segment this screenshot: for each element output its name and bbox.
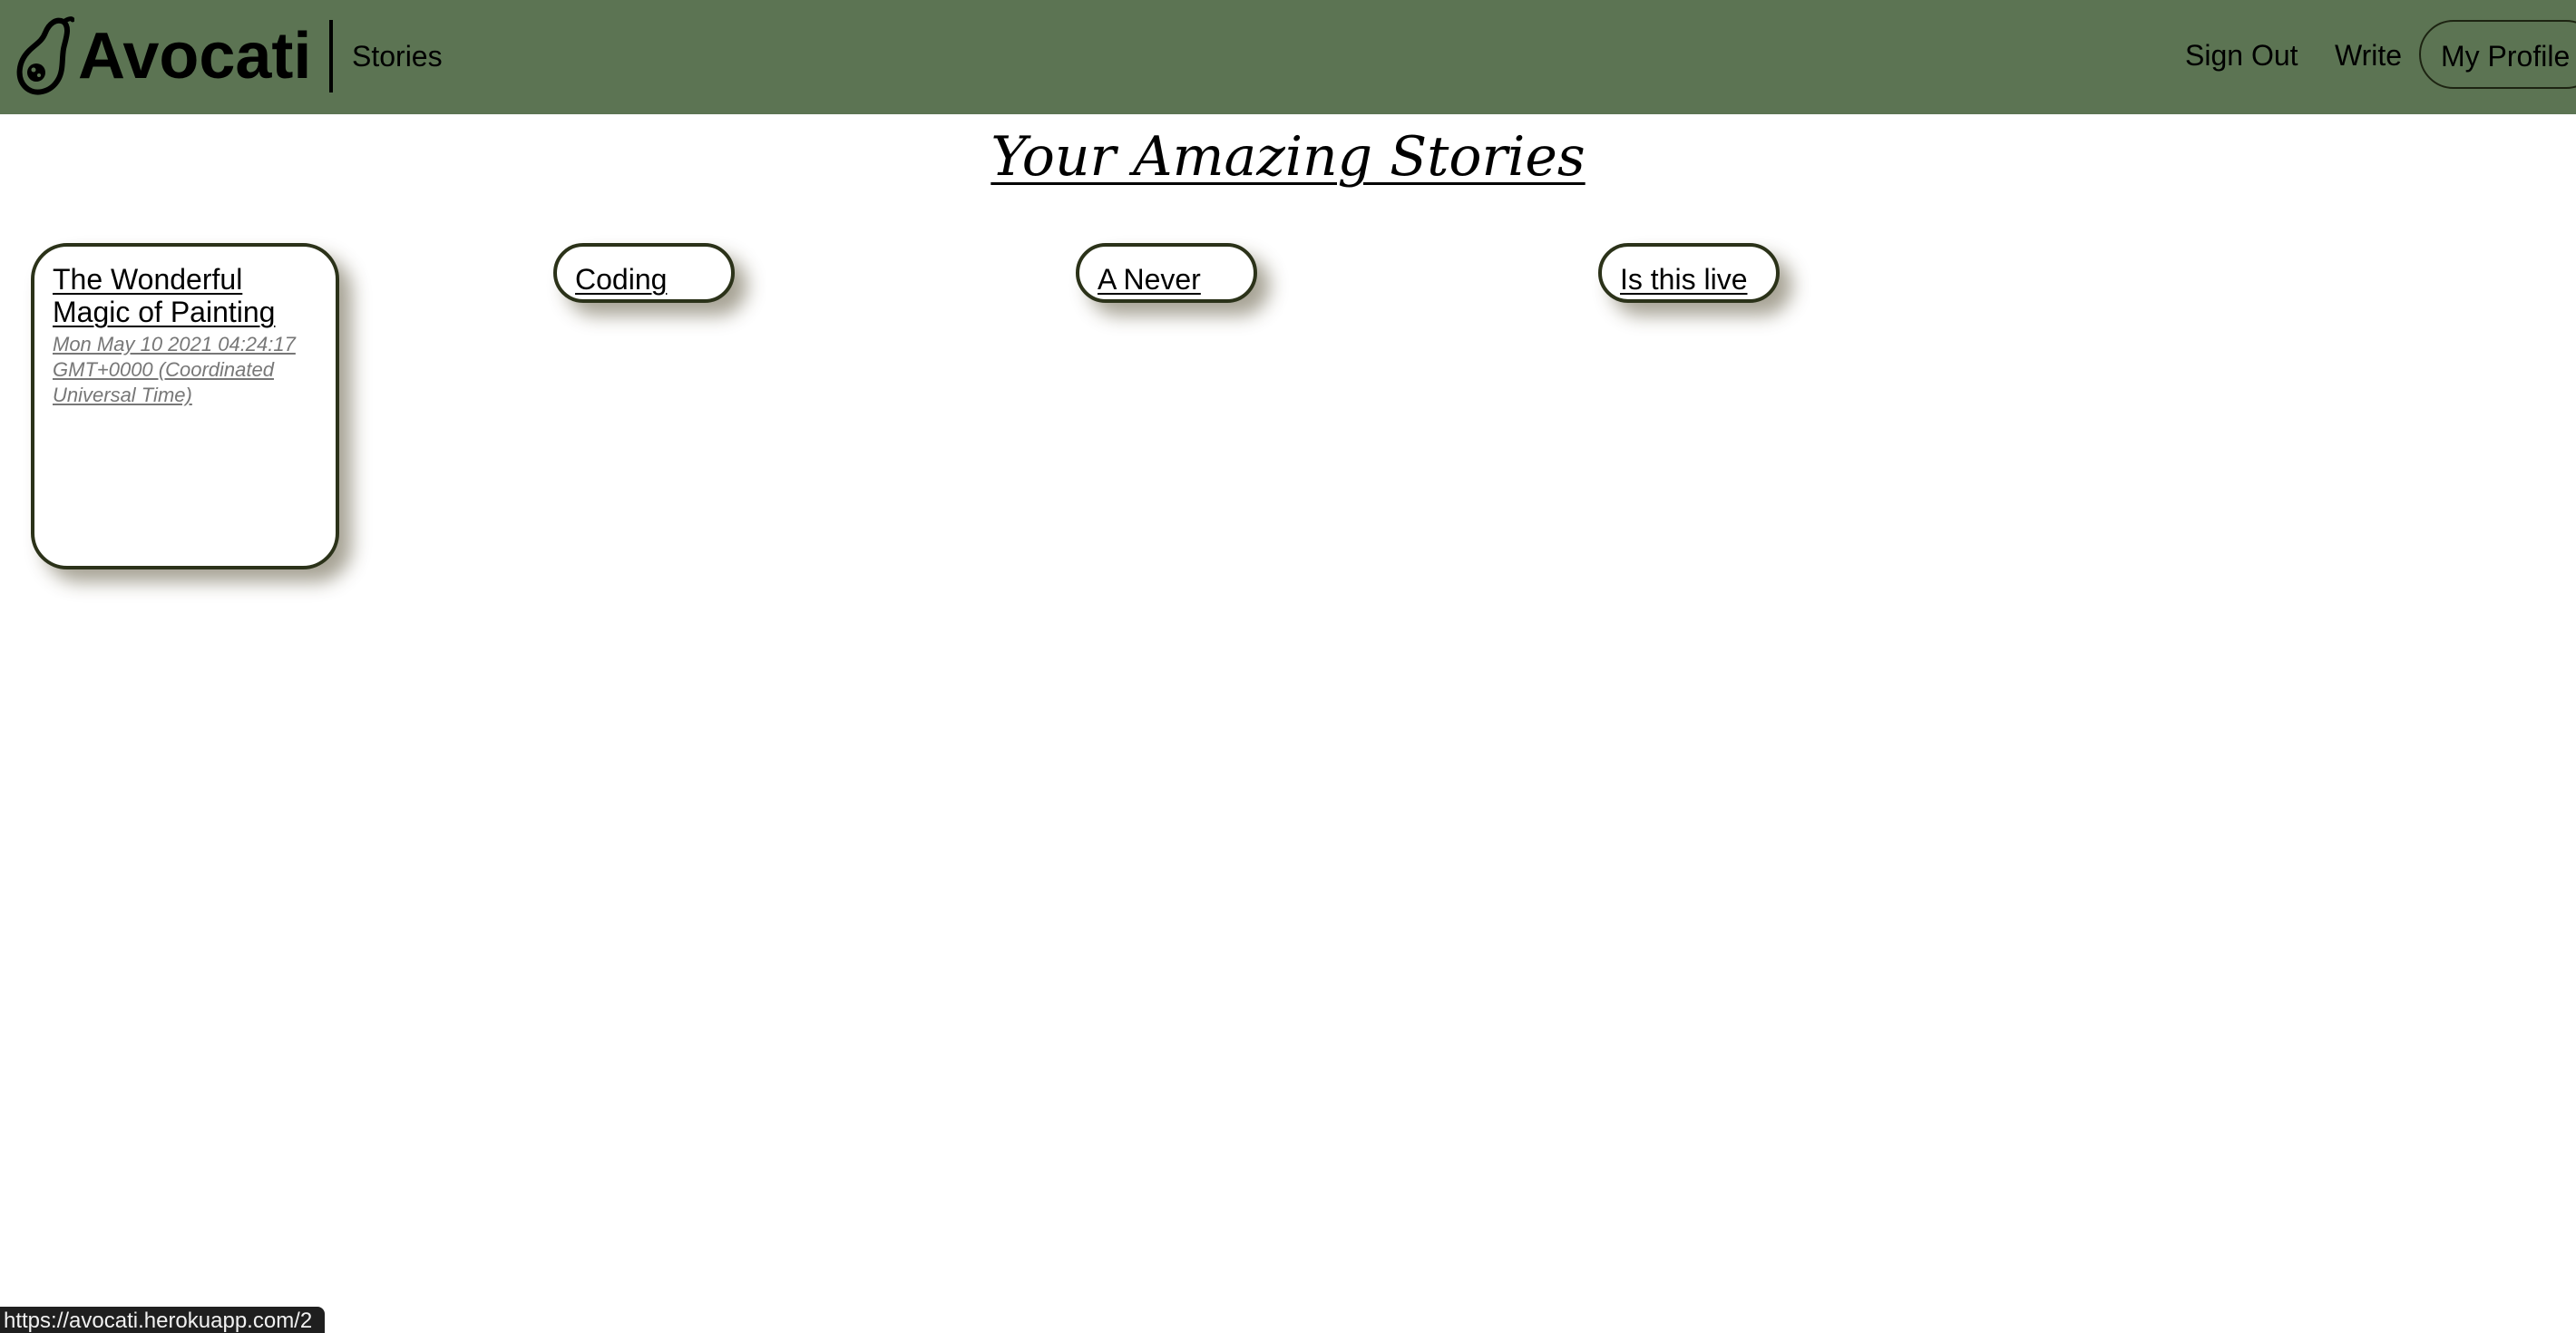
status-bar-url: https://avocati.herokuapp.com/2 <box>0 1307 326 1333</box>
sign-out-link[interactable]: Sign Out <box>2185 41 2298 70</box>
write-link[interactable]: Write <box>2335 41 2402 70</box>
avocado-icon <box>16 16 74 95</box>
nav-stories-link[interactable]: Stories <box>352 42 443 71</box>
nav-divider <box>329 20 333 92</box>
story-date[interactable]: Mon May 10 2021 04:24:17 GMT+0000 (Coord… <box>53 332 317 408</box>
page-title: Your Amazing Stories <box>990 125 1586 189</box>
story-title-link[interactable]: The Wonderful Magic of Painting <box>53 263 317 328</box>
navbar: Avocati Stories Sign Out Write My Profil… <box>0 0 2576 114</box>
my-profile-label: My Profile <box>2441 40 2571 73</box>
story-card[interactable]: A Never <box>1076 243 1257 303</box>
my-profile-button[interactable]: My Profile <box>2419 20 2576 89</box>
story-card[interactable]: Is this live <box>1598 243 1780 303</box>
logo-link[interactable]: Avocati <box>9 16 311 96</box>
story-card[interactable]: Coding <box>553 243 735 303</box>
story-title-link[interactable]: A Never <box>1098 263 1235 296</box>
story-title-link[interactable]: Is this live <box>1620 263 1758 296</box>
story-card[interactable]: The Wonderful Magic of Painting Mon May … <box>31 243 339 569</box>
brand-name: Avocati <box>78 20 312 92</box>
story-title-link[interactable]: Coding <box>575 263 713 296</box>
